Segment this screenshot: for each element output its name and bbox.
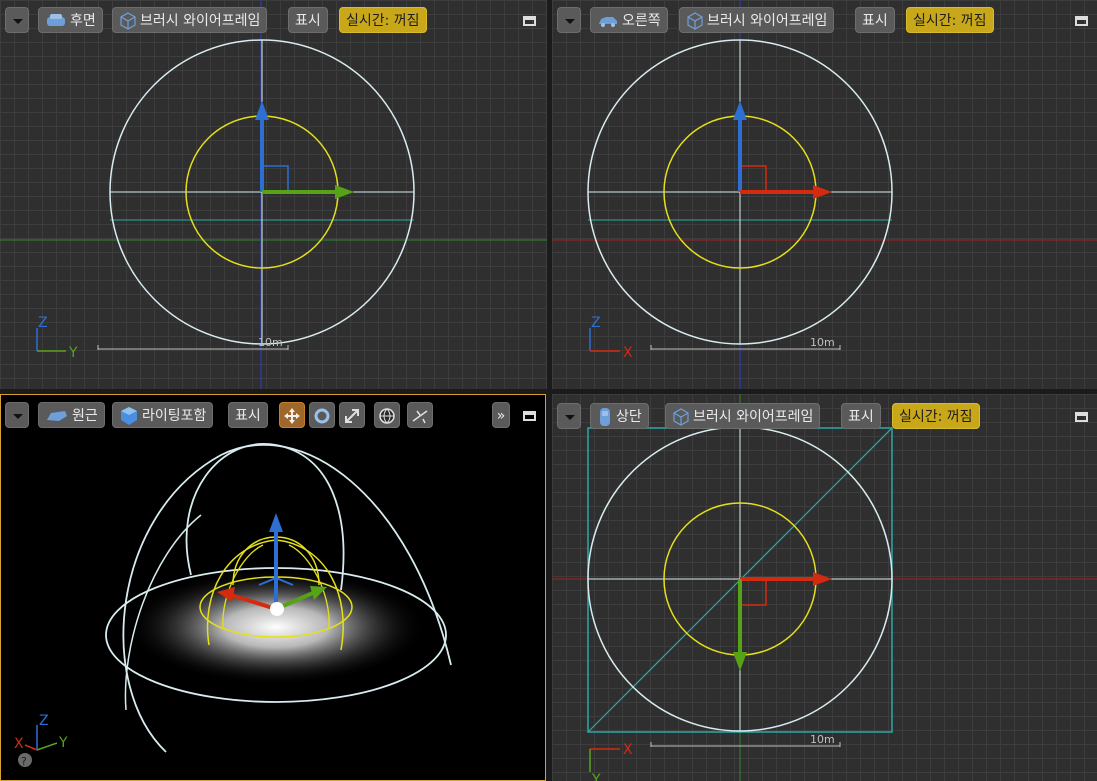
realtime-button[interactable]: 실시간: 꺼짐 (892, 403, 980, 429)
top-axis-right: X (623, 742, 633, 758)
top-scene: 10m X Y (552, 394, 1097, 781)
view-mode-label: 라이팅포함 (142, 408, 207, 424)
right-scene: 10m Z X (552, 0, 1097, 389)
z-arrow-head (269, 513, 283, 532)
show-button[interactable]: 표시 (288, 7, 328, 33)
view-type-label: 원근 (72, 408, 98, 424)
scale-icon (345, 409, 359, 423)
maximize-icon[interactable] (1075, 412, 1088, 422)
y-arrow-head (335, 185, 354, 199)
car-side-icon (599, 17, 617, 27)
realtime-label: 실시간: 꺼짐 (899, 409, 973, 425)
show-label: 표시 (295, 13, 321, 29)
realtime-label: 실시간: 꺼짐 (913, 13, 987, 29)
maximize-icon[interactable] (523, 411, 536, 421)
maximize-icon[interactable] (1075, 16, 1088, 26)
z-arrow-head (255, 101, 269, 120)
view-type-button[interactable]: 오른쪽 (590, 7, 668, 33)
globe-icon (379, 408, 395, 424)
top-axis-down: Y (591, 772, 601, 781)
back-scene: 10m Z Y (0, 0, 547, 389)
scale-tool-button[interactable] (339, 402, 365, 428)
x-arrow-head (813, 185, 832, 199)
help-label: ? (21, 755, 27, 768)
show-label: 표시 (862, 13, 888, 29)
car-back-icon (47, 14, 65, 26)
right-scale-label: 10m (810, 336, 835, 349)
viewport-menu-button[interactable] (5, 7, 29, 33)
show-label: 표시 (848, 409, 874, 425)
viewport-back[interactable]: 10m Z Y 후면 브러시 와이어프레임 표시 실시간: 꺼짐 (0, 0, 547, 389)
view-mode-label: 브러시 와이어프레임 (693, 409, 814, 425)
z-arrow-head (733, 101, 747, 120)
viewport-menu-button[interactable] (5, 402, 29, 428)
view-type-button[interactable]: 상단 (590, 403, 649, 429)
move-icon (284, 408, 300, 424)
perspective-scene: Z X Y ? (14, 443, 452, 768)
view-mode-button[interactable]: 브러시 와이어프레임 (679, 7, 835, 33)
show-button[interactable]: 표시 (855, 7, 895, 33)
realtime-button[interactable]: 실시간: 꺼짐 (906, 7, 994, 33)
light-source-sphere (270, 602, 284, 616)
rotate-icon (314, 408, 330, 424)
right-axis-up: Z (591, 315, 601, 331)
wireframe-cube-icon (120, 12, 136, 30)
realtime-button[interactable]: 실시간: 꺼짐 (339, 7, 427, 33)
view-type-label: 후면 (70, 13, 96, 29)
car-top-icon (600, 408, 610, 426)
back-scale-label: 10m (258, 336, 283, 349)
back-axis-up: Z (38, 315, 48, 331)
view-type-button[interactable]: 후면 (38, 7, 103, 33)
rotate-tool-button[interactable] (309, 402, 335, 428)
view-type-label: 오른쪽 (622, 13, 661, 29)
viewport-perspective[interactable]: Z X Y ? 원근 라이팅포함 표시 » (0, 394, 546, 781)
viewport-right[interactable]: 10m Z X 오른쪽 브러시 와이어프레임 표시 실시간: 꺼짐 (552, 0, 1097, 389)
persp-axis-right: Y (58, 735, 68, 751)
move-tool-button[interactable] (279, 402, 305, 428)
right-axis-right: X (623, 345, 633, 361)
back-axis-right: Y (68, 345, 78, 361)
show-label: 표시 (235, 408, 261, 424)
wireframe-cube-icon (673, 408, 689, 426)
persp-axis-up: Z (39, 713, 49, 729)
viewport-menu-button[interactable] (557, 7, 581, 33)
view-mode-button[interactable]: 브러시 와이어프레임 (665, 403, 821, 429)
top-scale-label: 10m (810, 733, 835, 746)
view-type-label: 상단 (616, 409, 642, 425)
show-button[interactable]: 표시 (228, 402, 268, 428)
view-mode-label: 브러시 와이어프레임 (140, 13, 261, 29)
more-options-button[interactable]: » (492, 402, 510, 428)
view-mode-button[interactable]: 브러시 와이어프레임 (112, 7, 268, 33)
surface-snap-button[interactable] (407, 402, 433, 428)
perspective-car-icon (47, 411, 67, 421)
maximize-icon[interactable] (523, 16, 536, 26)
viewport-menu-button[interactable] (557, 403, 581, 429)
realtime-label: 실시간: 꺼짐 (346, 13, 420, 29)
view-type-button[interactable]: 원근 (38, 402, 105, 428)
show-button[interactable]: 표시 (841, 403, 881, 429)
view-mode-label: 브러시 와이어프레임 (707, 13, 828, 29)
world-space-button[interactable] (374, 402, 400, 428)
view-mode-button[interactable]: 라이팅포함 (112, 402, 214, 428)
persp-axis-left: X (14, 736, 24, 752)
wireframe-cube-icon (687, 12, 703, 30)
lit-cube-icon (121, 407, 137, 425)
viewport-top[interactable]: 10m X Y 상단 브러시 와이어프레임 표시 실시간: 꺼짐 (552, 394, 1097, 781)
x-arrow-head (813, 572, 832, 586)
more-label: » (496, 408, 506, 424)
snap-icon (412, 410, 428, 424)
y-arrow-head (733, 652, 747, 671)
